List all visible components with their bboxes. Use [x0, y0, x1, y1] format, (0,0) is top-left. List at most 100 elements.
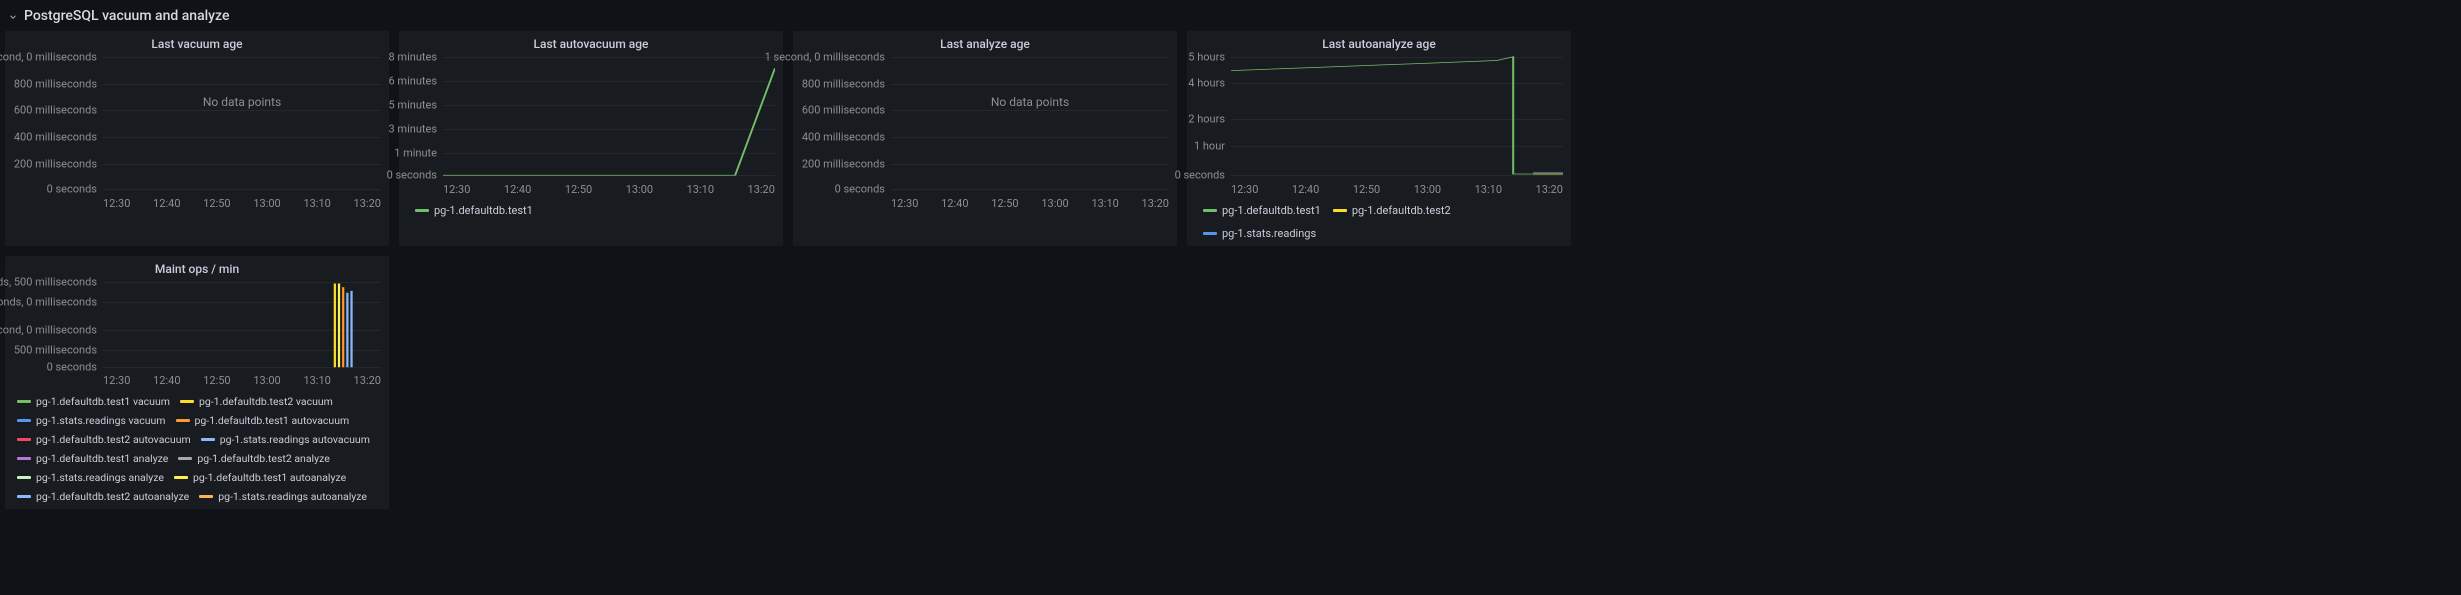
legend-item[interactable]: pg-1.defaultdb.test2 vacuum	[180, 395, 333, 408]
legend-item[interactable]: pg-1.defaultdb.test2 analyze	[178, 452, 329, 465]
no-data-message: No data points	[991, 95, 1069, 109]
x-tick: 13:00	[1041, 197, 1068, 210]
x-tick: 13:20	[1142, 197, 1169, 210]
x-tick: 13:10	[1475, 183, 1502, 196]
y-tick: 0 seconds	[47, 182, 97, 195]
legend-label: pg-1.defaultdb.test2 vacuum	[199, 395, 333, 408]
panel-last-vacuum-age[interactable]: Last vacuum age 1 second, 0 milliseconds…	[4, 30, 390, 247]
legend-label: pg-1.defaultdb.test1	[1222, 204, 1321, 217]
panel-row-2: Maint ops / min 2 seconds, 500 milliseco…	[4, 255, 2457, 510]
x-axis: 12:30 12:40 12:50 13:00 13:10 13:20	[1187, 179, 1571, 200]
legend-label: pg-1.defaultdb.test1 autovacuum	[195, 414, 350, 427]
legend-swatch	[174, 476, 188, 479]
x-axis: 12:30 12:40 12:50 13:00 13:10 13:20	[793, 193, 1177, 214]
x-tick: 12:40	[941, 197, 968, 210]
x-tick: 13:00	[1414, 183, 1441, 196]
legend-swatch	[1203, 209, 1217, 212]
panel-last-analyze-age[interactable]: Last analyze age 1 second, 0 millisecond…	[792, 30, 1178, 247]
legend-swatch	[17, 438, 31, 441]
legend-label: pg-1.stats.readings autovacuum	[220, 433, 370, 446]
chart-area: 8 minutes 6 minutes 5 minutes 3 minutes …	[399, 53, 783, 179]
legend-swatch	[1203, 232, 1217, 235]
chevron-down-icon	[8, 11, 18, 21]
y-tick: 5 hours	[1188, 50, 1225, 63]
legend-label: pg-1.defaultdb.test1 analyze	[36, 452, 168, 465]
legend-item[interactable]: pg-1.stats.readings autoanalyze	[199, 490, 367, 503]
x-tick: 13:20	[748, 183, 775, 196]
chart-area: 1 second, 0 milliseconds 800 millisecond…	[5, 53, 389, 193]
y-tick: 2 seconds, 0 milliseconds	[0, 295, 97, 308]
y-tick: 0 seconds	[387, 169, 437, 182]
legend-item[interactable]: pg-1.defaultdb.test2	[1333, 204, 1451, 217]
y-tick: 500 milliseconds	[14, 343, 97, 356]
legend-swatch	[17, 400, 31, 403]
x-tick: 13:00	[253, 197, 280, 210]
y-tick: 0 seconds	[835, 182, 885, 195]
legend: pg-1.defaultdb.test1 vacuum pg-1.default…	[5, 391, 389, 509]
legend-item[interactable]: pg-1.defaultdb.test2 autoanalyze	[17, 490, 189, 503]
legend-item[interactable]: pg-1.stats.readings vacuum	[17, 414, 166, 427]
legend-item[interactable]: pg-1.defaultdb.test1 autovacuum	[176, 414, 350, 427]
x-tick: 12:30	[443, 183, 470, 196]
panel-last-autoanalyze-age[interactable]: Last autoanalyze age 5 hours 4 hours 2 h…	[1186, 30, 1572, 247]
legend-label: pg-1.defaultdb.test1 autoanalyze	[193, 471, 346, 484]
legend-item[interactable]: pg-1.defaultdb.test2 autovacuum	[17, 433, 191, 446]
x-tick: 13:20	[354, 197, 381, 210]
legend-item[interactable]: pg-1.defaultdb.test1	[1203, 204, 1321, 217]
legend-swatch	[415, 209, 429, 212]
legend-label: pg-1.stats.readings	[1222, 227, 1316, 240]
chart-area: 1 second, 0 milliseconds 800 millisecond…	[793, 53, 1177, 193]
y-axis: 1 second, 0 milliseconds 800 millisecond…	[793, 53, 891, 193]
legend-swatch	[17, 457, 31, 460]
x-tick: 12:50	[565, 183, 592, 196]
x-tick: 12:40	[504, 183, 531, 196]
panel-title: Last vacuum age	[5, 31, 389, 53]
legend-item[interactable]: pg-1.defaultdb.test1 vacuum	[17, 395, 170, 408]
legend-swatch	[199, 495, 213, 498]
legend-swatch	[180, 400, 194, 403]
x-tick: 12:50	[991, 197, 1018, 210]
y-tick: 3 minutes	[389, 122, 437, 135]
y-tick: 800 milliseconds	[802, 77, 885, 90]
y-tick: 1 minute	[394, 146, 437, 159]
y-axis: 2 seconds, 500 milliseconds 2 seconds, 0…	[5, 278, 103, 370]
no-data-message: No data points	[203, 95, 281, 109]
legend-item[interactable]: pg-1.defaultdb.test1 analyze	[17, 452, 168, 465]
y-tick: 0 seconds	[1175, 169, 1225, 182]
legend-label: pg-1.defaultdb.test2 autoanalyze	[36, 490, 189, 503]
panel-maint-ops[interactable]: Maint ops / min 2 seconds, 500 milliseco…	[4, 255, 390, 510]
legend-label: pg-1.stats.readings vacuum	[36, 414, 166, 427]
legend-swatch	[17, 476, 31, 479]
legend-swatch	[176, 419, 190, 422]
legend-item[interactable]: pg-1.defaultdb.test1 autoanalyze	[174, 471, 346, 484]
y-tick: 200 milliseconds	[14, 157, 97, 170]
panel-last-autovacuum-age[interactable]: Last autovacuum age 8 minutes 6 minutes …	[398, 30, 784, 247]
y-tick: 400 milliseconds	[14, 131, 97, 144]
y-tick: 4 hours	[1188, 77, 1225, 90]
x-tick: 13:10	[303, 374, 330, 387]
plot-area	[103, 278, 381, 370]
y-tick: 0 seconds	[47, 361, 97, 374]
legend-swatch	[17, 419, 31, 422]
panel-title: Last autovacuum age	[399, 31, 783, 53]
legend-label: pg-1.defaultdb.test1	[434, 204, 533, 217]
x-tick: 12:50	[1353, 183, 1380, 196]
y-tick: 8 minutes	[389, 50, 437, 63]
x-tick: 13:10	[1091, 197, 1118, 210]
legend-item[interactable]: pg-1.defaultdb.test1	[415, 204, 533, 217]
y-tick: 1 second, 0 milliseconds	[0, 323, 97, 336]
x-tick: 12:30	[103, 197, 130, 210]
x-tick: 12:50	[203, 374, 230, 387]
x-tick: 12:30	[891, 197, 918, 210]
section-header[interactable]: PostgreSQL vacuum and analyze	[4, 4, 2457, 30]
legend-item[interactable]: pg-1.stats.readings	[1203, 227, 1316, 240]
panel-title: Last analyze age	[793, 31, 1177, 53]
section-title: PostgreSQL vacuum and analyze	[24, 8, 229, 24]
chart-area: 2 seconds, 500 milliseconds 2 seconds, 0…	[5, 278, 389, 370]
y-tick: 2 hours	[1188, 112, 1225, 125]
x-tick: 12:40	[1292, 183, 1319, 196]
plot-area: No data points	[103, 53, 381, 193]
legend-item[interactable]: pg-1.stats.readings autovacuum	[201, 433, 370, 446]
x-tick: 12:40	[153, 374, 180, 387]
legend-item[interactable]: pg-1.stats.readings analyze	[17, 471, 164, 484]
